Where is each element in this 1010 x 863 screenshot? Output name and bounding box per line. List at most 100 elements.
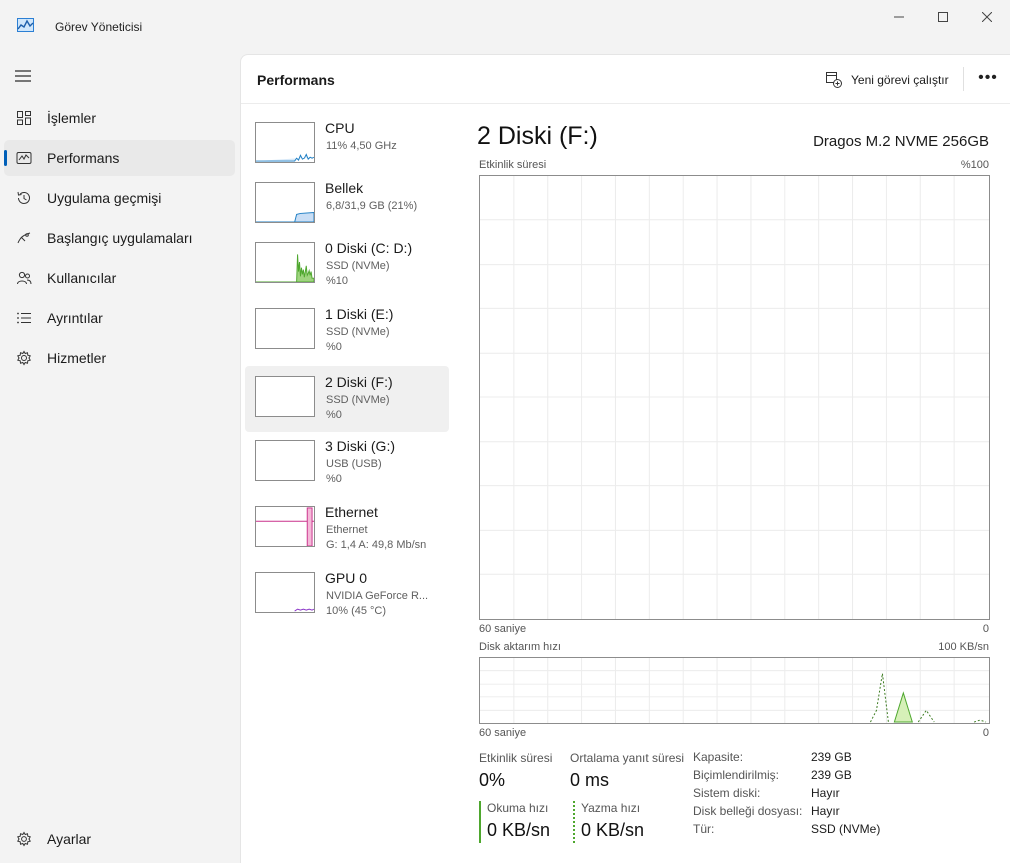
device-detail: USB (USB) (326, 458, 382, 470)
device-detail: SSD (NVMe) (326, 260, 390, 272)
device-disk-3[interactable]: 3 Diski (G:) USB (USB) %0 (245, 434, 449, 498)
device-detail: SSD (NVMe) (326, 326, 390, 338)
nav-label: İşlemler (47, 110, 97, 126)
transfer-graph-min: 0 (982, 727, 989, 739)
nav-label: Başlangıç uygulamaları (47, 230, 193, 246)
device-usage: %0 (326, 341, 342, 353)
nav-item-details[interactable]: Ayrıntılar (4, 300, 235, 336)
nav-item-services[interactable]: Hizmetler (4, 340, 235, 376)
device-name: 0 Diski (C: D:) (325, 240, 413, 256)
startup-icon (15, 229, 33, 247)
maximize-icon (938, 12, 948, 22)
device-memory[interactable]: Bellek 6,8/31,9 GB (21%) (245, 176, 449, 240)
read-speed-indicator (479, 801, 481, 843)
type-label: Tür: (693, 822, 715, 836)
run-task-label: Yeni görevi çalıştır (851, 73, 949, 87)
run-task-icon (826, 72, 842, 88)
avg-response-value: 0 ms (570, 770, 610, 790)
page-title: Performans (257, 72, 335, 88)
maximize-button[interactable] (920, 0, 966, 34)
device-ethernet[interactable]: Ethernet Ethernet G: 1,4 A: 49,8 Mb/sn (245, 500, 449, 564)
nav-label: Ayarlar (47, 831, 92, 847)
activity-time-graph (479, 175, 990, 620)
read-speed-label: Okuma hızı (487, 801, 549, 815)
device-detail: 11% 4,50 GHz (326, 140, 397, 152)
device-disk-2[interactable]: 2 Diski (F:) SSD (NVMe) %0 (245, 366, 449, 432)
gear-icon (15, 830, 33, 848)
avg-response-label: Ortalama yanıt süresi (570, 751, 685, 765)
nav-label: Performans (47, 150, 120, 166)
device-disk-0[interactable]: 0 Diski (C: D:) SSD (NVMe) %10 (245, 236, 449, 300)
run-new-task-button[interactable]: Yeni görevi çalıştır (825, 69, 949, 91)
active-time-value: 0% (479, 770, 506, 790)
transfer-graph-label: Disk aktarım hızı (479, 641, 561, 653)
device-gpu[interactable]: GPU 0 NVIDIA GeForce R... 10% (45 °C) (245, 566, 449, 630)
device-cpu[interactable]: CPU 11% 4,50 GHz (245, 116, 449, 180)
nav-label: Ayrıntılar (47, 310, 103, 326)
disk-1-thumbnail-graph (255, 308, 315, 349)
minimize-button[interactable] (876, 0, 922, 34)
formatted-value: 239 GB (811, 768, 852, 782)
write-speed-value: 0 KB/sn (581, 820, 645, 840)
device-name: CPU (325, 120, 355, 136)
minimize-icon (894, 16, 904, 18)
nav-label: Hizmetler (47, 350, 107, 366)
users-icon (15, 269, 33, 287)
transfer-graph-max: 100 KB/sn (938, 641, 989, 653)
nav-item-processes[interactable]: İşlemler (4, 100, 235, 136)
transfer-graph-time-span: 60 saniye (479, 727, 527, 739)
disk-model: Dragos M.2 NVME 256GB (813, 133, 989, 150)
page-file-label: Disk belleği dosyası: (693, 804, 803, 818)
title-bar: Görev Yöneticisi (0, 0, 1010, 54)
ethernet-thumbnail-graph (255, 506, 315, 547)
disk-3-thumbnail-graph (255, 440, 315, 481)
services-icon (15, 349, 33, 367)
read-rate-tail (973, 719, 987, 723)
hamburger-menu-icon[interactable] (14, 69, 32, 83)
capacity-value: 239 GB (811, 750, 852, 764)
device-disk-1[interactable]: 1 Diski (E:) SSD (NVMe) %0 (245, 302, 449, 366)
write-speed-label: Yazma hızı (581, 801, 641, 815)
header-divider (963, 67, 964, 91)
system-disk-value: Hayır (811, 786, 840, 800)
performance-icon (15, 149, 33, 167)
device-usage: %10 (326, 275, 349, 287)
more-options-button[interactable]: ••• (977, 66, 999, 90)
activity-graph-label: Etkinlik süresi (479, 159, 547, 171)
close-button[interactable] (964, 0, 1010, 34)
close-icon (982, 12, 992, 22)
read-speed-value: 0 KB/sn (487, 820, 551, 840)
device-detail: SSD (NVMe) (326, 394, 390, 406)
device-name: GPU 0 (325, 570, 368, 586)
device-name: 1 Diski (E:) (325, 306, 394, 322)
gpu-thumbnail-graph (255, 572, 315, 613)
system-disk-label: Sistem diski: (693, 786, 761, 800)
activity-graph-min: 0 (982, 623, 989, 635)
device-detail: 6,8/31,9 GB (21%) (326, 200, 418, 212)
nav-label: Uygulama geçmişi (47, 190, 162, 206)
nav-item-performance[interactable]: Performans (4, 140, 235, 176)
disk-2-thumbnail-graph (255, 376, 315, 417)
active-time-label: Etkinlik süresi (479, 751, 553, 765)
memory-thumbnail-graph (255, 182, 315, 223)
type-value: SSD (NVMe) (811, 822, 881, 836)
disk-title: 2 Diski (F:) (477, 122, 598, 150)
page-file-value: Hayır (811, 804, 840, 818)
device-usage: %0 (326, 409, 342, 421)
disk-0-thumbnail-graph (255, 242, 315, 283)
write-speed-indicator (573, 801, 575, 843)
capacity-label: Kapasite: (693, 750, 744, 764)
device-usage: 10% (45 °C) (326, 605, 387, 617)
window-title: Görev Yöneticisi (55, 20, 143, 34)
page-header: Performans Yeni görevi çalıştır ••• (241, 55, 1010, 104)
formatted-label: Biçimlendirilmiş: (693, 768, 780, 782)
history-icon (15, 189, 33, 207)
side-nav: İşlemler Performans Uygulama geçmişi Baş… (0, 54, 240, 863)
device-name: Bellek (325, 180, 364, 196)
nav-item-app-history[interactable]: Uygulama geçmişi (4, 180, 235, 216)
device-name: 3 Diski (G:) (325, 438, 395, 454)
nav-item-settings[interactable]: Ayarlar (4, 821, 235, 857)
nav-item-startup-apps[interactable]: Başlangıç uygulamaları (4, 220, 235, 256)
read-rate-line (870, 673, 889, 723)
nav-item-users[interactable]: Kullanıcılar (4, 260, 235, 296)
